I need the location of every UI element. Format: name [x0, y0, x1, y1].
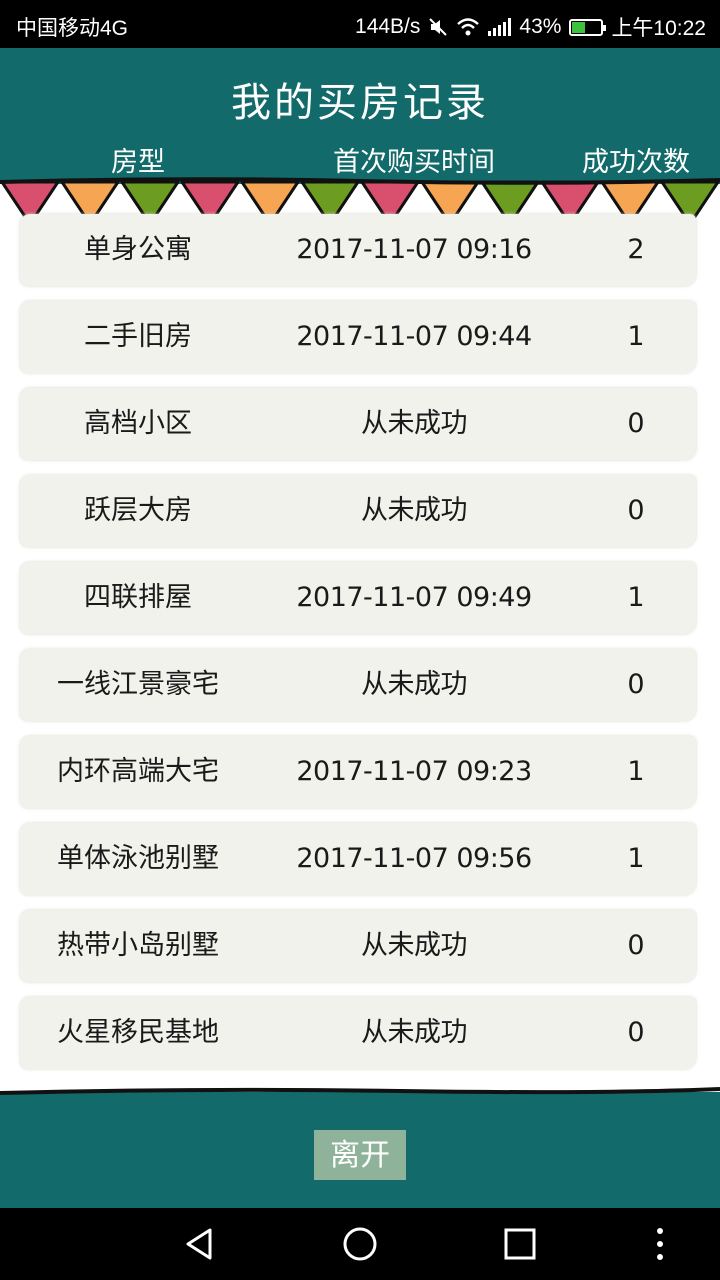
footer: 离开 [0, 1092, 720, 1208]
house-type: 内环高端大宅 [57, 756, 219, 787]
home-icon[interactable] [340, 1226, 380, 1262]
signal-icon [488, 18, 512, 36]
clock: 上午10:22 [611, 17, 706, 40]
column-header-type: 房型 [111, 147, 165, 178]
first-purchase-time: 2017-11-07 09:16 [296, 234, 532, 265]
mute-icon [429, 18, 448, 36]
navigation-bar [0, 1208, 720, 1280]
house-type: 一线江景豪宅 [57, 669, 219, 700]
house-type: 跃层大房 [84, 495, 192, 526]
battery-percent: 43% [519, 15, 562, 38]
table-row: 单体泳池别墅 2017-11-07 09:56 1 [20, 823, 696, 895]
first-purchase-time: 从未成功 [361, 669, 468, 700]
table-row: 跃层大房 从未成功 0 [20, 475, 696, 547]
success-count: 0 [627, 669, 645, 700]
column-header-count: 成功次数 [582, 147, 690, 178]
first-purchase-time: 从未成功 [361, 930, 468, 961]
house-type: 单身公寓 [84, 234, 192, 265]
recents-icon[interactable] [500, 1226, 540, 1262]
table-row: 二手旧房 2017-11-07 09:44 1 [20, 301, 696, 373]
success-count: 0 [627, 1017, 645, 1048]
success-count: 0 [627, 495, 645, 526]
success-count: 1 [627, 321, 645, 352]
first-purchase-time: 2017-11-07 09:44 [296, 321, 532, 352]
first-purchase-time: 从未成功 [361, 408, 468, 439]
success-count: 0 [627, 408, 645, 439]
table-row: 热带小岛别墅 从未成功 0 [20, 910, 696, 982]
success-count: 1 [627, 843, 645, 874]
house-type: 单体泳池别墅 [57, 843, 219, 874]
table-row: 单身公寓 2017-11-07 09:16 2 [20, 214, 696, 286]
success-count: 2 [627, 234, 645, 265]
table-row: 高档小区 从未成功 0 [20, 388, 696, 460]
footer-divider [0, 1087, 720, 1095]
page-title: 我的买房记录 [231, 80, 489, 126]
house-type: 二手旧房 [84, 321, 192, 352]
table-row: 火星移民基地 从未成功 0 [20, 997, 696, 1069]
carrier-label: 中国移动4G [16, 17, 129, 40]
table-row: 内环高端大宅 2017-11-07 09:23 1 [20, 736, 696, 808]
back-icon[interactable] [180, 1226, 220, 1262]
table-row: 一线江景豪宅 从未成功 0 [20, 649, 696, 721]
first-purchase-time: 2017-11-07 09:23 [296, 756, 532, 787]
success-count: 1 [627, 756, 645, 787]
column-header-first-time: 首次购买时间 [333, 147, 495, 178]
house-type: 高档小区 [84, 408, 192, 439]
first-purchase-time: 2017-11-07 09:49 [296, 582, 532, 613]
house-type: 热带小岛别墅 [57, 930, 219, 961]
status-bar: 中国移动4G 144B/s 43% 上午10:22 [0, 0, 720, 48]
first-purchase-time: 从未成功 [361, 1017, 468, 1048]
first-purchase-time: 2017-11-07 09:56 [296, 843, 532, 874]
first-purchase-time: 从未成功 [361, 495, 468, 526]
leave-button[interactable]: 离开 [314, 1130, 406, 1180]
house-type: 四联排屋 [84, 582, 192, 613]
house-type: 火星移民基地 [57, 1017, 219, 1048]
wifi-icon [457, 18, 480, 36]
success-count: 1 [627, 582, 645, 613]
table-row: 四联排屋 2017-11-07 09:49 1 [20, 562, 696, 634]
success-count: 0 [627, 930, 645, 961]
header: 我的买房记录 房型 首次购买时间 成功次数 [0, 48, 720, 184]
more-icon[interactable] [640, 1226, 680, 1262]
battery-fill [572, 21, 586, 33]
network-speed: 144B/s [355, 15, 421, 38]
status-icons: 144B/s 43% 上午10:22 [355, 12, 706, 42]
battery-icon [569, 18, 607, 36]
